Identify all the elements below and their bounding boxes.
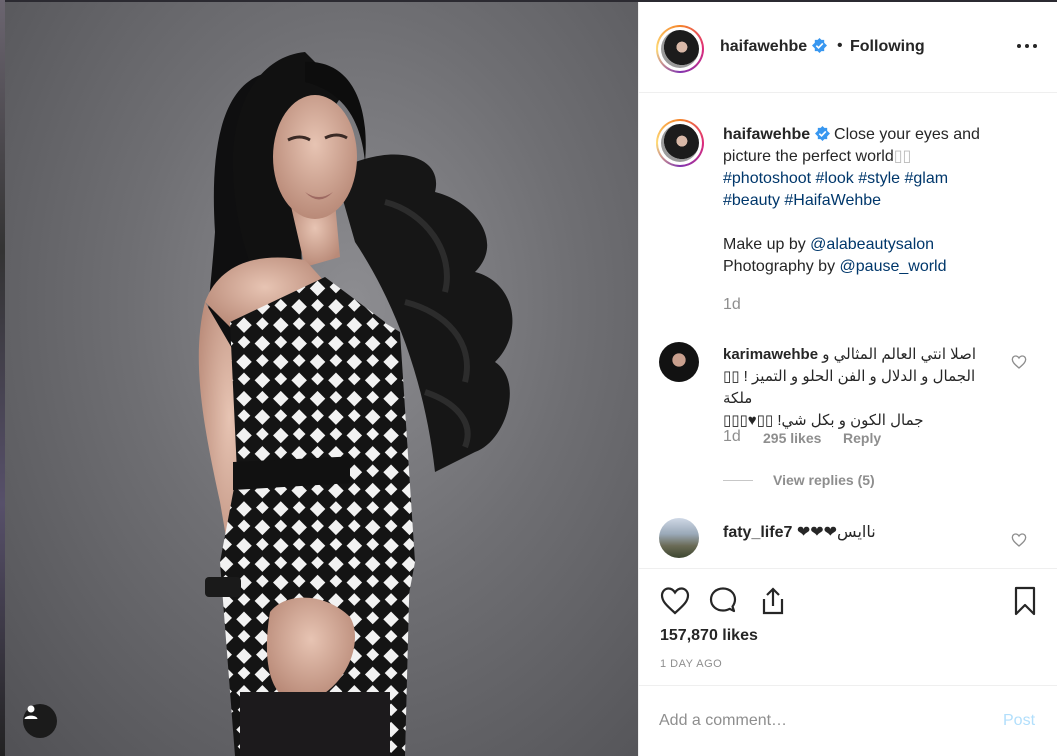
likes-count[interactable]: 157,870 likes xyxy=(660,627,758,645)
verified-badge-icon xyxy=(811,38,827,53)
hashtag-photoshoot[interactable]: #photoshoot xyxy=(723,170,811,187)
bookmark-icon[interactable] xyxy=(1009,585,1041,617)
add-comment-bar: Post xyxy=(639,685,1057,756)
comment-like-heart-icon[interactable] xyxy=(1011,532,1027,548)
comment-timestamp[interactable]: 1d xyxy=(723,428,741,446)
post-header: haifawehbe • Following xyxy=(639,2,1057,93)
photography-credit-label: Photography by xyxy=(723,258,836,275)
header-separator: • xyxy=(837,37,843,54)
caption: haifawehbe Close your eyes and picture t… xyxy=(723,124,1023,278)
following-button[interactable]: Following xyxy=(850,38,925,56)
mention-alabeautysalon[interactable]: @alabeautysalon xyxy=(810,236,934,253)
caption-emoji: ▯▯ xyxy=(893,148,912,165)
caption-username[interactable]: haifawehbe xyxy=(723,126,810,143)
comment-username[interactable]: faty_life7 xyxy=(723,524,792,541)
comment-bubble-icon[interactable] xyxy=(707,585,739,617)
comments-section: haifawehbe Close your eyes and picture t… xyxy=(639,94,1057,568)
author-username-text[interactable]: haifawehbe xyxy=(720,38,807,55)
author-username[interactable]: haifawehbe xyxy=(720,38,827,56)
more-options-icon[interactable] xyxy=(1015,38,1039,56)
hashtag-look[interactable]: #look xyxy=(816,170,854,187)
commenter-avatar[interactable] xyxy=(659,342,699,382)
makeup-credit-label: Make up by xyxy=(723,236,806,253)
user-tag-icon xyxy=(24,705,38,719)
photo-illustration xyxy=(198,52,513,756)
author-avatar[interactable] xyxy=(656,25,704,73)
comment-input[interactable] xyxy=(659,708,979,734)
hashtag-style[interactable]: #style xyxy=(858,170,900,187)
comment-body: ناايس❤❤❤ xyxy=(796,524,876,541)
view-replies-button[interactable]: View replies (5) xyxy=(773,472,875,488)
mention-pause-world[interactable]: @pause_world xyxy=(840,258,947,275)
hashtag-glam[interactable]: #glam xyxy=(904,170,948,187)
commenter-avatar[interactable] xyxy=(659,518,699,558)
replies-divider xyxy=(723,480,753,481)
hashtag-beauty[interactable]: #beauty xyxy=(723,192,780,209)
post-actions: 157,870 likes 1 DAY AGO xyxy=(639,568,1057,685)
caption-timestamp[interactable]: 1d xyxy=(723,296,741,314)
post-side-panel: haifawehbe • Following haifawehbe Close … xyxy=(638,2,1057,756)
comment-line-1: اصلا انتي العالم المثالي و xyxy=(822,346,977,363)
comment-text: karimawehbe اصلا انتي العالم المثالي و ا… xyxy=(723,344,993,432)
comment-likes[interactable]: 295 likes xyxy=(763,430,821,446)
caption-author-avatar[interactable] xyxy=(656,119,704,167)
comment-username[interactable]: karimawehbe xyxy=(723,346,818,363)
comment-text: faty_life7 ناايس❤❤❤ xyxy=(723,522,876,542)
comment-like-heart-icon[interactable] xyxy=(1011,354,1027,370)
share-icon[interactable] xyxy=(757,585,789,617)
user-tag-button[interactable] xyxy=(23,704,57,738)
hashtag-haifawehbe[interactable]: #HaifaWehbe xyxy=(784,192,881,209)
heart-icon[interactable] xyxy=(659,585,691,617)
post-date[interactable]: 1 DAY AGO xyxy=(660,658,722,670)
verified-badge-icon xyxy=(814,126,830,141)
comment-line-2: الجمال و الدلال و الفن الحلو و التميز ! … xyxy=(723,368,976,407)
post-photo[interactable] xyxy=(5,2,638,756)
post-comment-button[interactable]: Post xyxy=(1003,712,1035,730)
comment-line-3: جمال الكون و بكل شي! ▯▯♥▯▯▯ xyxy=(723,412,924,429)
reply-button[interactable]: Reply xyxy=(843,430,881,446)
